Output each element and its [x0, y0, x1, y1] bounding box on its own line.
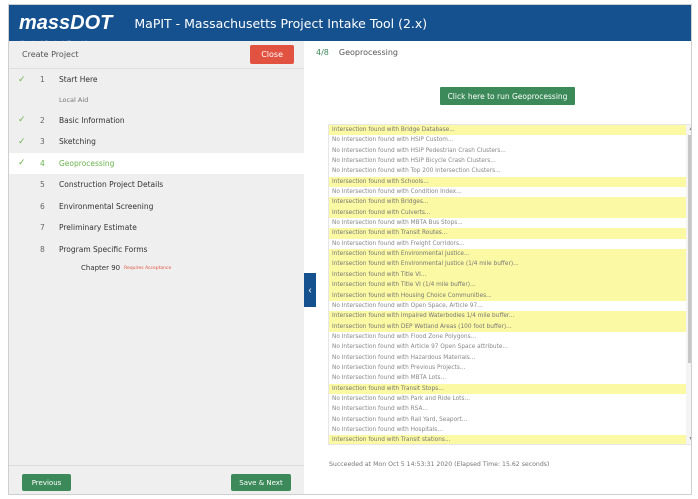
- log-line: No Intersection found with Rail Yard, Se…: [332, 416, 468, 423]
- log-line: Intersection found with Bridges...: [329, 197, 686, 208]
- step-list: ✓ 1 Start Here Local Aid ✓ 2 Basic Infor…: [9, 69, 304, 276]
- log-line: Intersection found with Bridge Database.…: [329, 125, 686, 136]
- geoprocessing-panel: 4/8 Geoprocessing Click here to run Geop…: [316, 41, 691, 494]
- check-icon: ✓: [18, 136, 26, 147]
- log-line: Intersection found with Transit stations…: [329, 435, 686, 444]
- log-line: No Intersection found with MBTA Bus Stop…: [332, 220, 463, 227]
- steps-panel-footer: Previous Save & Next: [9, 465, 304, 494]
- step-number: 2: [40, 115, 45, 125]
- step-construction-project-details[interactable]: 5 Construction Project Details: [9, 174, 304, 196]
- log-line: Intersection found with Schools...: [329, 176, 686, 188]
- chapter-label: Chapter 90: [81, 264, 121, 272]
- step-number: 5: [40, 180, 45, 190]
- step-label: Program Specific Forms: [59, 244, 148, 254]
- chevron-left-icon[interactable]: ‹: [304, 273, 316, 307]
- requires-acceptance-note: Requires Acceptance: [124, 265, 172, 271]
- log-line: No Intersection found with Condition Ind…: [332, 189, 462, 196]
- close-button[interactable]: Close: [250, 45, 294, 64]
- step-geoprocessing[interactable]: ✓ 4 Geoprocessing: [9, 152, 304, 174]
- page-indicator: 4/8: [316, 47, 329, 57]
- log-line: Intersection found with Housing Choice C…: [329, 290, 686, 301]
- previous-button[interactable]: Previous: [22, 474, 71, 491]
- log-line: Intersection found with Title VI (1/4 mi…: [329, 280, 686, 291]
- log-line: No Intersection found with Top 200 Inter…: [332, 168, 501, 175]
- log-line: No Intersection found with MBTA Lots...: [332, 375, 447, 382]
- step-label: Preliminary Estimate: [59, 223, 137, 233]
- geoprocessing-log[interactable]: Intersection found with Bridge Database.…: [328, 124, 691, 445]
- substep-local-aid[interactable]: Local Aid: [9, 91, 304, 110]
- log-line: No Intersection found with Previous Proj…: [332, 364, 466, 371]
- log-line: No Intersection found with Hazardous Mat…: [332, 354, 476, 361]
- logo-text: massDOT: [19, 12, 113, 34]
- log-line: Intersection found with Transit Routes..…: [329, 228, 686, 239]
- app-title: MaPIT - Massachusetts Project Intake Too…: [134, 15, 428, 31]
- step-basic-information[interactable]: ✓ 2 Basic Information: [9, 110, 304, 132]
- massdot-logo: massDOT Massachusetts Department of Tran…: [19, 12, 113, 44]
- step-label: Geoprocessing: [59, 158, 115, 168]
- log-line: No Intersection found with Park and Ride…: [332, 395, 470, 402]
- log-line: No Intersection found with Hospitals...: [332, 426, 443, 433]
- geoprocessing-header: 4/8 Geoprocessing: [316, 41, 691, 63]
- step-number: 1: [40, 75, 45, 85]
- log-line: No Intersection found with Open Space, A…: [332, 302, 483, 309]
- step-preliminary-estimate[interactable]: 7 Preliminary Estimate: [9, 217, 304, 239]
- steps-panel: Create Project Close ✓ 1 Start Here Loca…: [9, 41, 304, 494]
- step-label: Construction Project Details: [59, 180, 164, 190]
- step-start-here[interactable]: ✓ 1 Start Here: [9, 69, 304, 91]
- app-header: massDOT Massachusetts Department of Tran…: [9, 5, 691, 44]
- log-scrollbar[interactable]: ▲ ▼: [686, 125, 691, 444]
- page-title: Geoprocessing: [338, 47, 399, 57]
- log-line: No Intersection found with HSIP Bicycle …: [332, 158, 496, 165]
- log-line: Intersection found with Environmental Ju…: [329, 249, 686, 260]
- step-number: 4: [40, 158, 45, 168]
- step-label: Basic Information: [59, 115, 125, 125]
- panel-title: Create Project: [22, 50, 79, 59]
- step-label: Environmental Screening: [59, 201, 154, 211]
- log-line: No Intersection found with Article 97 Op…: [332, 344, 508, 351]
- step-number: 8: [40, 244, 45, 254]
- log-line: Intersection found with Title VI...: [329, 269, 686, 281]
- save-next-button[interactable]: Save & Next: [231, 474, 291, 491]
- step-environmental-screening[interactable]: 6 Environmental Screening: [9, 196, 304, 218]
- step-number: 7: [40, 223, 45, 233]
- log-line: Intersection found with Culverts...: [329, 207, 686, 219]
- log-line: Intersection found with Environmental Ju…: [329, 259, 686, 270]
- step-label: Sketching: [59, 137, 96, 147]
- check-icon: ✓: [18, 158, 26, 169]
- app-window: massDOT Massachusetts Department of Tran…: [8, 4, 692, 495]
- step-label: Start Here: [59, 75, 98, 85]
- log-line: Intersection found with Impaired Waterbo…: [329, 311, 686, 322]
- log-line: No Intersection found with HSIP Custom..…: [332, 137, 454, 144]
- check-icon: ✓: [18, 74, 26, 85]
- step-program-specific-forms[interactable]: 8 Program Specific Forms: [9, 239, 304, 261]
- log-line: No Intersection found with RSA...: [332, 406, 428, 413]
- log-line: Intersection found with Transit Stops...: [329, 383, 686, 394]
- scroll-thumb[interactable]: [688, 135, 691, 363]
- run-geoprocessing-button[interactable]: Click here to run Geoprocessing: [440, 87, 575, 105]
- log-lines: Intersection found with Bridge Database.…: [329, 125, 686, 444]
- step-sketching[interactable]: ✓ 3 Sketching: [9, 131, 304, 153]
- log-line: No Intersection found with Flood Zone Po…: [332, 333, 477, 340]
- substep-chapter-90[interactable]: Chapter 90 Requires Acceptance: [9, 260, 304, 276]
- scroll-down-arrow-icon[interactable]: ▼: [686, 435, 691, 444]
- log-line: No Intersection found with HSIP Pedestri…: [332, 147, 506, 154]
- steps-panel-header: Create Project Close: [9, 41, 304, 69]
- log-line: No Intersection found with Freight Corri…: [332, 240, 465, 247]
- status-message: Succeeded at Mon Oct 5 14:53:31 2020 (El…: [329, 461, 550, 468]
- step-number: 6: [40, 201, 45, 211]
- log-line: Intersection found with DEP Wetland Area…: [329, 321, 686, 332]
- scroll-up-arrow-icon[interactable]: ▲: [686, 125, 691, 134]
- check-icon: ✓: [18, 115, 26, 126]
- step-number: 3: [40, 137, 45, 147]
